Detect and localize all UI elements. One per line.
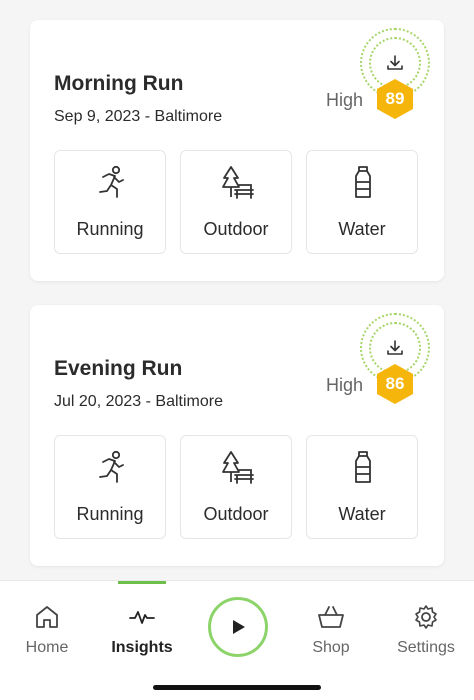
score-badge: 89 — [376, 78, 414, 120]
home-icon — [36, 606, 58, 628]
play-button[interactable] — [208, 597, 268, 657]
activity-card[interactable]: Morning Run Sep 9, 2023 - Baltimore High… — [30, 20, 444, 281]
running-icon — [99, 165, 124, 198]
activity-wave-icon — [129, 611, 155, 624]
tag-label: Water — [338, 219, 386, 239]
activity-date-location: Sep 9, 2023 - Baltimore — [54, 108, 223, 125]
nav-label: Shop — [312, 639, 350, 656]
tag-outdoor[interactable]: Outdoor — [180, 435, 292, 539]
outdoor-tree-bench-icon — [222, 451, 254, 484]
activity-title: Morning Run — [54, 72, 184, 95]
running-icon — [99, 450, 124, 483]
water-bottle-icon — [355, 166, 371, 198]
nav-home[interactable]: Home — [7, 603, 87, 657]
activity-feed[interactable]: Morning Run Sep 9, 2023 - Baltimore High… — [0, 0, 474, 580]
score-value: 86 — [385, 374, 405, 393]
tag-label: Outdoor — [203, 219, 269, 239]
tag-label: Outdoor — [203, 504, 269, 524]
bottom-nav: Home Insights Shop Settings — [0, 580, 474, 700]
tag-outdoor[interactable]: Outdoor — [180, 150, 292, 254]
score-value: 89 — [385, 89, 405, 108]
water-bottle-icon — [355, 451, 371, 483]
download-icon — [387, 340, 403, 355]
score-badge: 86 — [376, 363, 414, 405]
tag-label: Running — [76, 219, 144, 239]
nav-shop[interactable]: Shop — [291, 603, 371, 657]
play-icon — [233, 620, 245, 634]
active-tab-indicator — [118, 581, 166, 584]
activity-card[interactable]: Evening Run Jul 20, 2023 - Baltimore Hig… — [30, 305, 444, 566]
gear-icon — [415, 605, 437, 629]
activity-date-location: Jul 20, 2023 - Baltimore — [54, 393, 223, 410]
nav-insights[interactable]: Insights — [102, 603, 182, 657]
activity-title: Evening Run — [54, 357, 183, 380]
tag-water[interactable]: Water — [306, 150, 418, 254]
tag-running[interactable]: Running — [54, 435, 166, 539]
intensity-level: High — [326, 375, 364, 395]
home-indicator — [153, 685, 321, 690]
tag-running[interactable]: Running — [54, 150, 166, 254]
nav-label: Settings — [397, 639, 455, 656]
nav-settings[interactable]: Settings — [386, 603, 466, 657]
intensity-level: High — [326, 90, 364, 110]
tag-water[interactable]: Water — [306, 435, 418, 539]
outdoor-tree-bench-icon — [222, 166, 254, 199]
nav-label: Home — [25, 639, 69, 656]
nav-label: Insights — [111, 639, 173, 656]
basket-icon — [318, 606, 344, 628]
tag-label: Running — [76, 504, 144, 524]
download-icon — [387, 55, 403, 70]
tag-label: Water — [338, 504, 386, 524]
